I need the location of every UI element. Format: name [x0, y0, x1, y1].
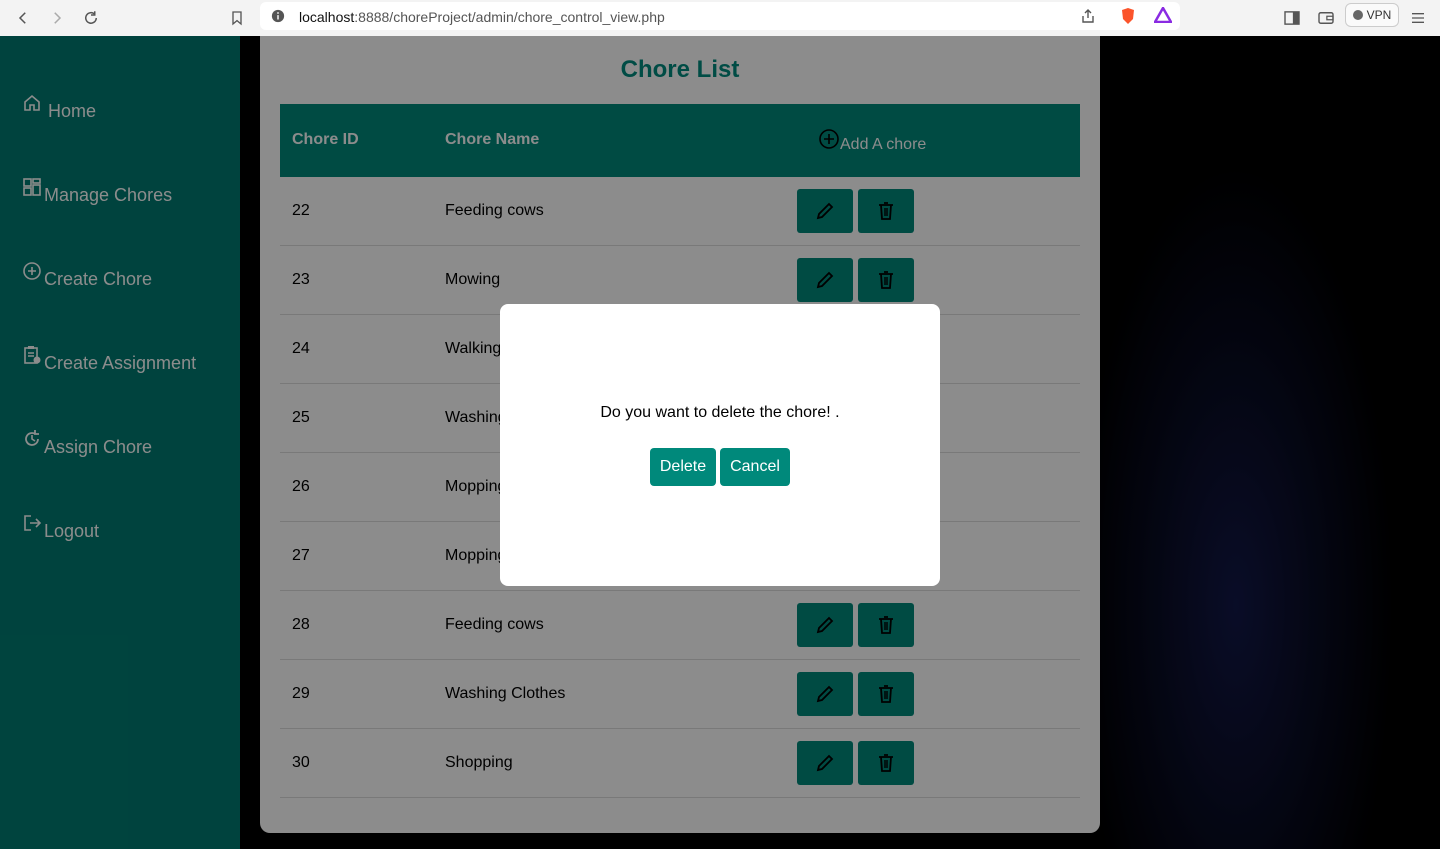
vpn-label: VPN: [1366, 8, 1392, 22]
confirm-delete-button[interactable]: Delete: [650, 448, 716, 486]
reload-icon[interactable]: [79, 6, 103, 30]
url-path: :8888/choreProject/admin/chore_control_v…: [354, 9, 665, 25]
delete-confirm-dialog: Do you want to delete the chore! . Delet…: [500, 304, 940, 586]
vpn-status-icon: [1352, 10, 1363, 20]
cancel-button[interactable]: Cancel: [720, 448, 790, 486]
brave-rewards-icon[interactable]: [1152, 5, 1174, 28]
menu-icon[interactable]: [1406, 6, 1430, 30]
wallet-icon[interactable]: [1314, 6, 1338, 30]
url-text: localhost:8888/choreProject/admin/chore_…: [299, 9, 665, 25]
forward-icon[interactable]: [45, 6, 69, 30]
site-info-icon[interactable]: [271, 9, 285, 28]
url-host: localhost: [299, 9, 355, 25]
browser-toolbar: localhost:8888/choreProject/admin/chore_…: [0, 0, 1440, 36]
back-icon[interactable]: [11, 6, 35, 30]
dialog-message: Do you want to delete the chore! .: [600, 404, 840, 421]
share-icon[interactable]: [1080, 8, 1096, 29]
brave-shield-icon[interactable]: [1120, 7, 1136, 30]
address-bar[interactable]: localhost:8888/choreProject/admin/chore_…: [260, 2, 1180, 30]
vpn-button[interactable]: VPN: [1345, 3, 1399, 27]
sidebar-toggle-icon[interactable]: [1280, 6, 1304, 30]
bookmark-icon[interactable]: [225, 6, 249, 30]
